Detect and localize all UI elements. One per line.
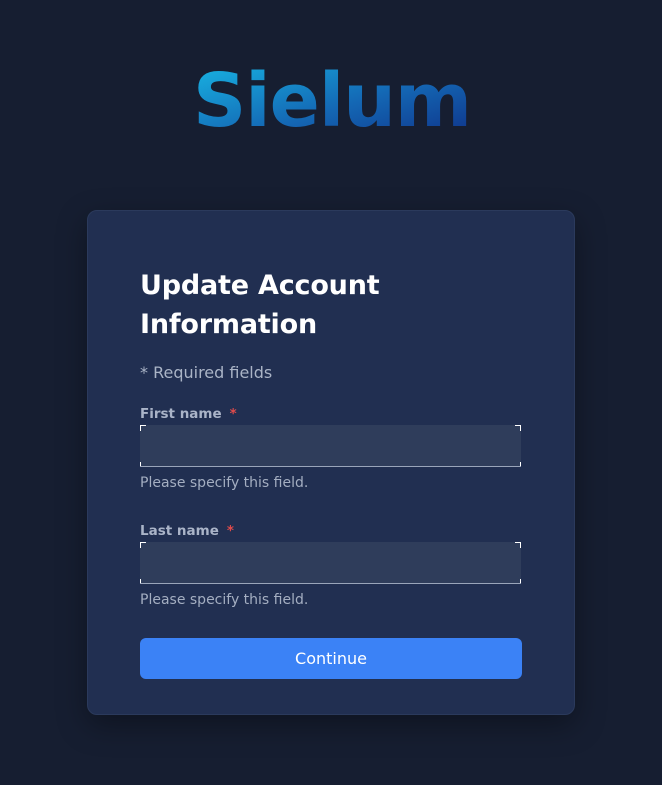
last-name-label-text: Last name	[140, 523, 219, 539]
last-name-helper-text: Please specify this field.	[140, 592, 309, 608]
first-name-input[interactable]	[140, 425, 521, 467]
last-name-label: Last name *	[140, 522, 234, 540]
continue-button[interactable]: Continue	[140, 638, 522, 679]
first-name-helper-text: Please specify this field.	[140, 475, 309, 491]
first-name-field-wrapper	[140, 425, 521, 467]
page: Sielum Update Account Information * Requ…	[0, 0, 662, 785]
required-fields-note: * Required fields	[140, 363, 273, 382]
page-title: Update Account Information	[140, 266, 540, 344]
title-line-2: Information	[140, 309, 317, 340]
last-name-input[interactable]	[140, 542, 521, 584]
last-name-field-wrapper	[140, 542, 521, 584]
required-asterisk: *	[229, 406, 237, 422]
update-account-card: Update Account Information * Required fi…	[87, 210, 575, 715]
logo-text: Sielum	[193, 58, 471, 134]
field-underline	[140, 466, 521, 467]
required-asterisk: *	[226, 523, 234, 539]
title-line-1: Update Account	[140, 270, 380, 301]
first-name-label-text: First name	[140, 406, 222, 422]
first-name-label: First name *	[140, 405, 237, 423]
field-underline	[140, 583, 521, 584]
sielum-logo: Sielum	[193, 58, 472, 134]
